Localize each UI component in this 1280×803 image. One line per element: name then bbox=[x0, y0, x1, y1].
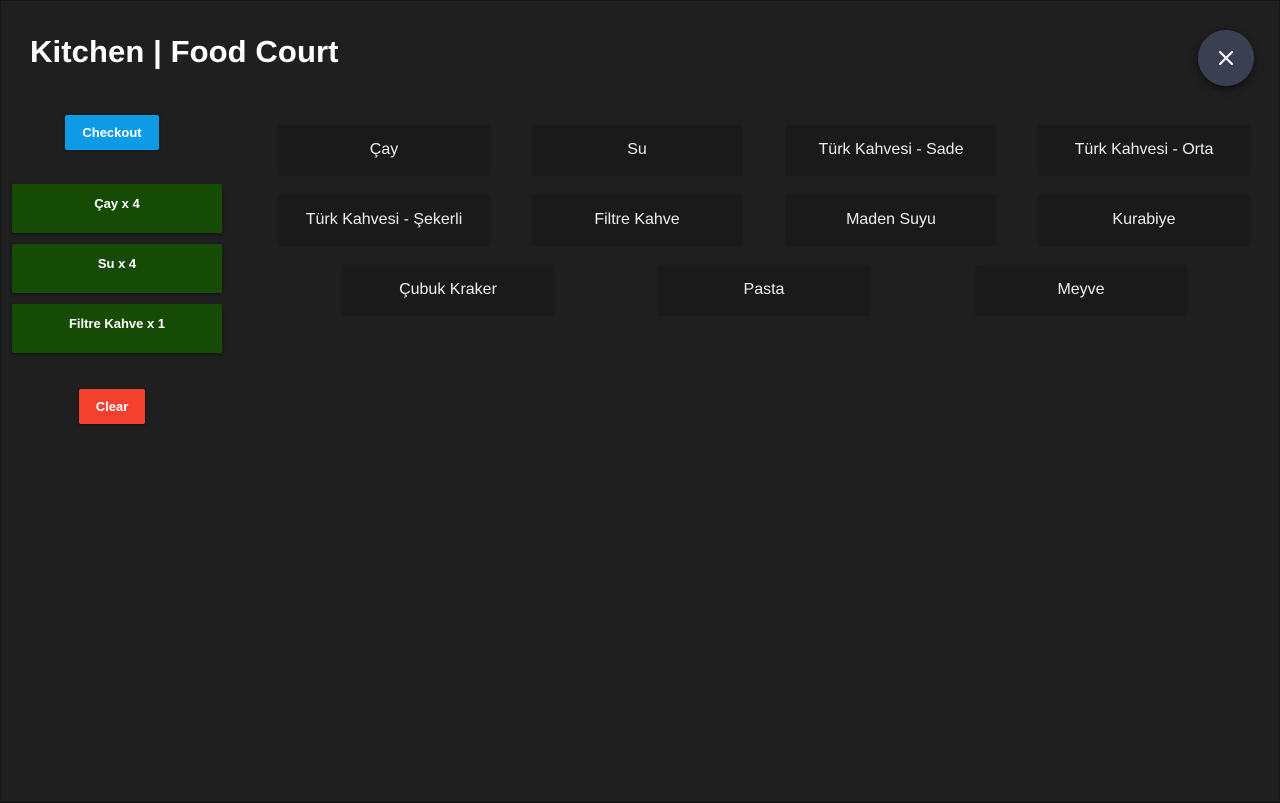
product-button-cubuk-kraker[interactable]: Çubuk Kraker bbox=[343, 265, 553, 314]
product-button-cay[interactable]: Çay bbox=[279, 125, 489, 174]
product-button-meyve[interactable]: Meyve bbox=[976, 265, 1186, 314]
checkout-button[interactable]: Checkout bbox=[65, 115, 159, 150]
product-button-su[interactable]: Su bbox=[532, 125, 742, 174]
product-button-filtre-kahve[interactable]: Filtre Kahve bbox=[532, 195, 742, 244]
product-button-maden-suyu[interactable]: Maden Suyu bbox=[786, 195, 996, 244]
order-item[interactable]: Filtre Kahve x 1 bbox=[12, 304, 222, 353]
page-title: Kitchen | Food Court bbox=[30, 34, 339, 69]
order-list: Çay x 4 Su x 4 Filtre Kahve x 1 bbox=[12, 184, 222, 364]
close-icon bbox=[1219, 51, 1233, 65]
close-button[interactable] bbox=[1198, 30, 1254, 86]
product-button-turk-kahvesi-orta[interactable]: Türk Kahvesi - Orta bbox=[1039, 125, 1249, 174]
order-item[interactable]: Çay x 4 bbox=[12, 184, 222, 233]
clear-button[interactable]: Clear bbox=[79, 389, 145, 424]
app-window: Kitchen | Food Court Checkout Çay x 4 Su… bbox=[1, 1, 1279, 801]
order-item[interactable]: Su x 4 bbox=[12, 244, 222, 293]
product-button-kurabiye[interactable]: Kurabiye bbox=[1039, 195, 1249, 244]
product-button-turk-kahvesi-sade[interactable]: Türk Kahvesi - Sade bbox=[786, 125, 996, 174]
product-button-turk-kahvesi-sekerli[interactable]: Türk Kahvesi - Şekerli bbox=[279, 195, 489, 244]
product-button-pasta[interactable]: Pasta bbox=[659, 265, 869, 314]
